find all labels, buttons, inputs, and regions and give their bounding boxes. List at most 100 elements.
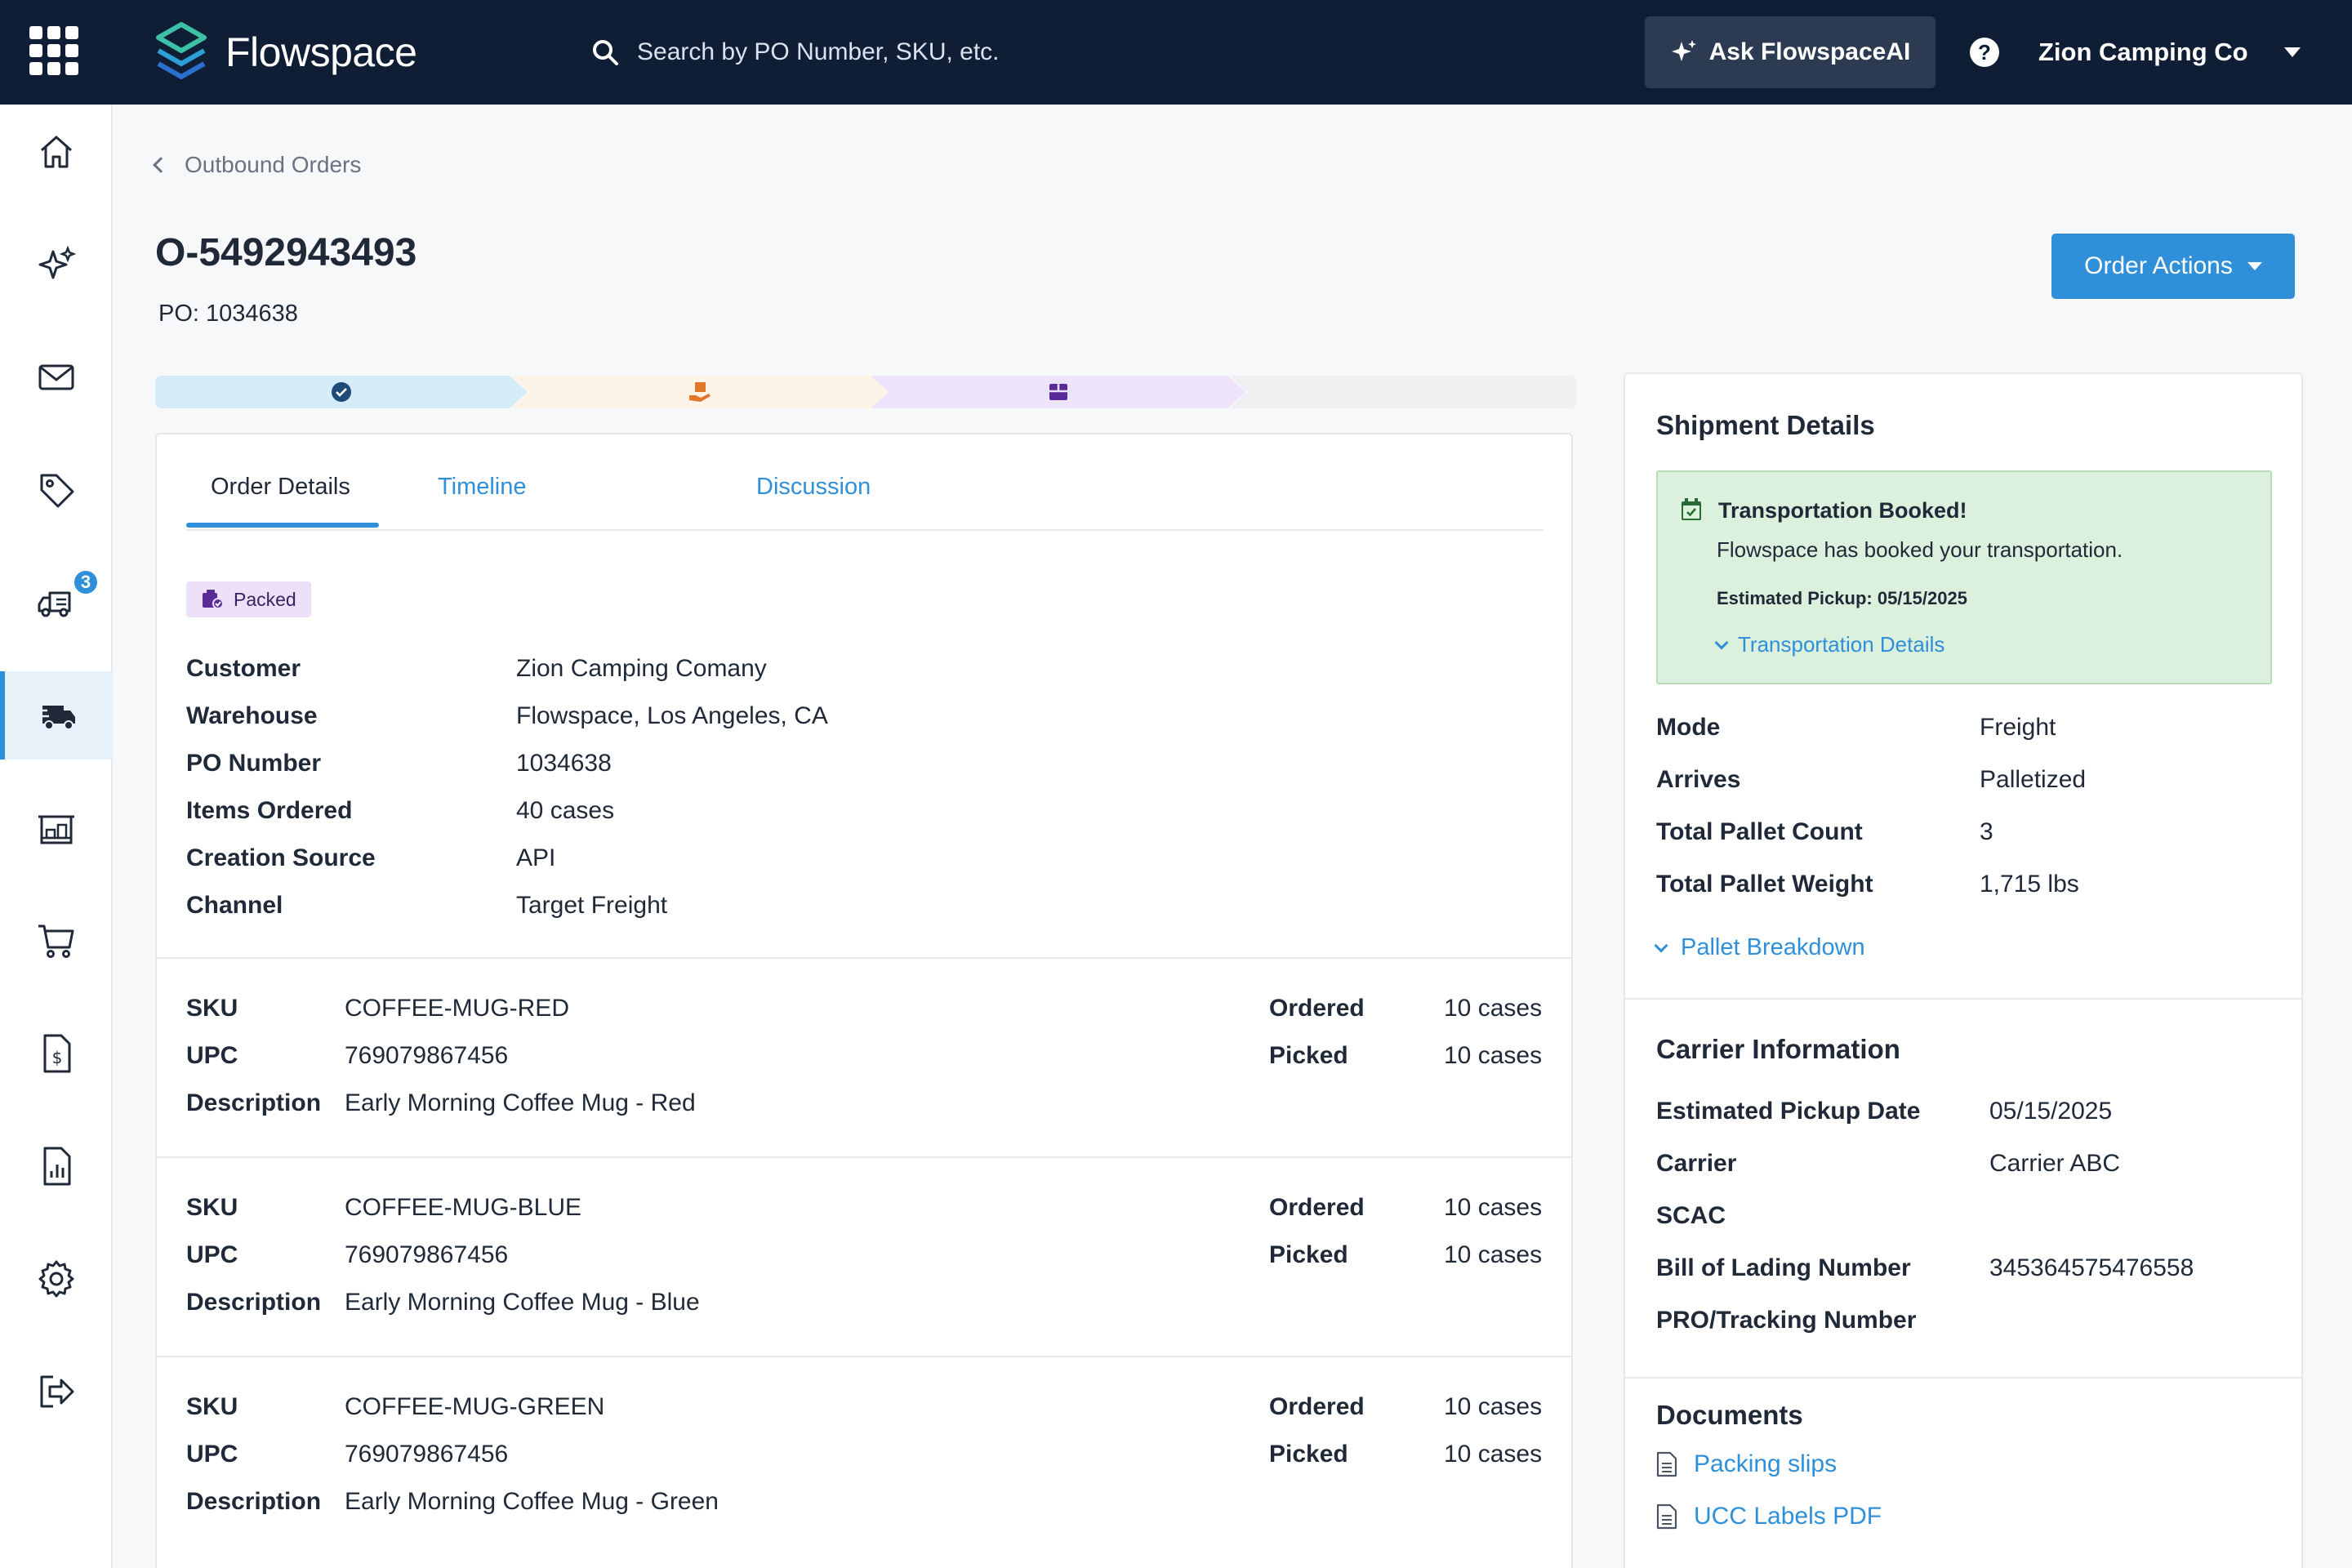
detail-label: Customer <box>186 655 301 682</box>
carrier-label: Carrier <box>1656 1150 1737 1177</box>
carrier-value: 345364575476558 <box>1989 1254 2194 1281</box>
carrier-label: Bill of Lading Number <box>1656 1254 1911 1281</box>
document-icon <box>1656 1451 1677 1477</box>
shipment-row-pallet-weight: Total Pallet Weight 1,715 lbs <box>1656 871 2079 898</box>
pallet-breakdown-toggle[interactable]: Pallet Breakdown <box>1654 934 1865 961</box>
banner-title: Transportation Booked! <box>1718 498 1967 523</box>
breadcrumb[interactable]: Outbound Orders <box>153 152 361 178</box>
report-icon <box>43 1147 71 1186</box>
banner-message: Flowspace has booked your transportation… <box>1717 537 2123 562</box>
detail-value: Target Freight <box>516 892 668 919</box>
description-value: Early Morning Coffee Mug - Red <box>345 1089 696 1116</box>
search-icon <box>593 40 618 65</box>
detail-value: Zion Camping Comany <box>516 655 767 682</box>
document-label: Packing slips <box>1694 1450 1838 1477</box>
tag-icon <box>40 474 74 508</box>
sku-value: COFFEE-MUG-BLUE <box>345 1194 582 1221</box>
account-name: Zion Camping Co <box>2038 38 2248 66</box>
description-value: Early Morning Coffee Mug - Blue <box>345 1289 700 1316</box>
upc-label: UPC <box>186 1042 238 1069</box>
carrier-value: 05/15/2025 <box>1989 1098 2113 1125</box>
divider <box>1625 998 2301 1000</box>
sidebar-item-orders[interactable] <box>0 897 113 985</box>
tab-order-details[interactable]: Order Details <box>211 474 350 501</box>
shipment-label: Total Pallet Weight <box>1656 871 1873 898</box>
picked-value: 10 cases <box>1444 1441 1543 1468</box>
upc-value: 769079867456 <box>345 1241 509 1268</box>
sparkles-icon <box>38 245 77 279</box>
detail-label: Warehouse <box>186 702 318 729</box>
document-label: UCC Labels PDF <box>1694 1503 1882 1530</box>
status-badge: Packed <box>186 581 311 617</box>
chevron-down-icon <box>2247 262 2262 270</box>
sidebar-item-settings[interactable] <box>0 1235 113 1323</box>
global-search[interactable] <box>591 29 1212 75</box>
ordered-label: Ordered <box>1269 1393 1365 1420</box>
carrier-row-scac: SCAC <box>1656 1202 1989 1230</box>
box-icon <box>1049 384 1067 400</box>
status-label: Packed <box>234 588 296 610</box>
search-input[interactable] <box>637 38 1209 66</box>
sidebar-item-products[interactable] <box>0 446 113 534</box>
order-actions-label: Order Actions <box>2084 252 2233 279</box>
picked-label: Picked <box>1269 1042 1348 1069</box>
shipment-details-heading: Shipment Details <box>1656 410 1875 440</box>
brand-logo[interactable]: Flowspace <box>150 21 417 83</box>
sparkles-icon <box>1671 40 1696 61</box>
logout-icon <box>40 1375 74 1408</box>
order-progress <box>155 376 1576 408</box>
warehouse-icon <box>38 815 74 844</box>
description-value: Early Morning Coffee Mug - Green <box>345 1488 719 1515</box>
shipment-label: Arrives <box>1656 766 1741 793</box>
carrier-row-pickup-date: Estimated Pickup Date 05/15/2025 <box>1656 1098 2112 1125</box>
description-label: Description <box>186 1289 322 1316</box>
line-item: SKU COFFEE-MUG-RED UPC 769079867456 Desc… <box>157 957 1571 1156</box>
sku-value: COFFEE-MUG-GREEN <box>345 1393 605 1420</box>
carrier-label: SCAC <box>1656 1202 1726 1229</box>
tab-timeline[interactable]: Timeline <box>438 474 527 501</box>
sidebar-item-warehouse[interactable] <box>0 784 113 872</box>
sidebar-item-reports[interactable] <box>0 1122 113 1210</box>
banner-estimated-pickup: Estimated Pickup: 05/15/2025 <box>1717 588 1967 608</box>
upc-value: 769079867456 <box>345 1042 509 1069</box>
page-title: O-5492943493 <box>155 231 417 274</box>
cart-icon <box>38 924 74 958</box>
tab-discussion[interactable]: Discussion <box>756 474 871 501</box>
transportation-details-label: Transportation Details <box>1738 632 1945 657</box>
detail-value: API <box>516 844 556 871</box>
detail-value: 40 cases <box>516 797 615 824</box>
shipment-row-pallet-count: Total Pallet Count 3 <box>1656 818 1993 846</box>
sidebar-item-billing[interactable]: $ <box>0 1009 113 1098</box>
document-packing-slips[interactable]: Packing slips <box>1656 1450 1837 1478</box>
apps-grid-icon[interactable] <box>29 26 78 75</box>
sidebar-item-messages[interactable] <box>0 333 113 421</box>
detail-row-channel: Channel Target Freight <box>186 892 667 920</box>
document-ucc-labels[interactable]: UCC Labels PDF <box>1656 1503 1882 1530</box>
sidebar-item-ai[interactable] <box>0 220 113 309</box>
account-switcher[interactable]: Zion Camping Co <box>2038 28 2301 77</box>
order-actions-button[interactable]: Order Actions <box>2051 234 2295 299</box>
shipment-value: Palletized <box>1980 766 2087 793</box>
document-icon <box>1656 1503 1677 1530</box>
detail-row-creation-source: Creation Source API <box>186 844 555 872</box>
carrier-value: Carrier ABC <box>1989 1150 2121 1177</box>
brand-name: Flowspace <box>225 29 417 75</box>
ordered-value: 10 cases <box>1444 1194 1543 1221</box>
transportation-booked-banner: Transportation Booked! Flowspace has boo… <box>1656 470 2272 684</box>
detail-label: Items Ordered <box>186 797 353 824</box>
sidebar-item-inbound[interactable]: 3 <box>0 559 113 647</box>
mail-icon <box>38 364 74 390</box>
sidebar-item-outbound[interactable] <box>0 671 113 760</box>
ordered-value: 10 cases <box>1444 995 1543 1022</box>
picked-value: 10 cases <box>1444 1241 1543 1268</box>
shipment-value: Freight <box>1980 714 2056 741</box>
sidebar-item-logout[interactable] <box>0 1348 113 1436</box>
ask-flowspace-ai-button[interactable]: Ask FlowspaceAI <box>1645 16 1936 88</box>
chevron-down-icon <box>1654 938 1668 952</box>
help-icon[interactable]: ? <box>1970 38 1999 67</box>
detail-label: PO Number <box>186 750 322 777</box>
carrier-row-bill-of-lading: Bill of Lading Number 345364575476558 <box>1656 1254 2194 1282</box>
sidebar-item-home[interactable] <box>0 108 113 196</box>
sku-value: COFFEE-MUG-RED <box>345 995 569 1022</box>
transportation-details-toggle[interactable]: Transportation Details <box>1714 632 1945 657</box>
